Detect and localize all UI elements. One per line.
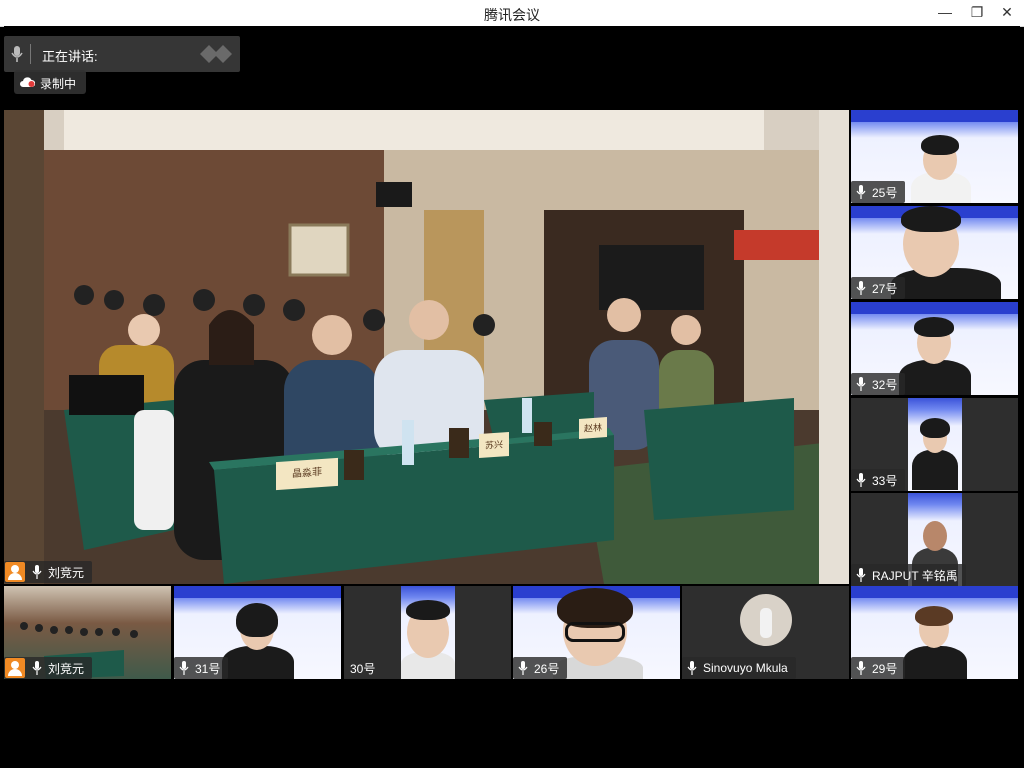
mic-icon (32, 661, 42, 675)
event-banner (851, 302, 1018, 314)
participant-video (908, 398, 962, 491)
participant-body (903, 646, 967, 679)
participant-tile[interactable]: Sinovuyo Mkula (682, 586, 849, 679)
participant-name-label: RAJPUT 辛铭禹 (851, 564, 966, 586)
participant-hair (920, 418, 950, 438)
mic-icon (856, 281, 866, 295)
minimize-button[interactable]: — (934, 2, 956, 22)
participant-name-label: 25号 (851, 181, 906, 203)
recording-indicator[interactable]: 录制中 (14, 70, 86, 94)
mic-icon (856, 661, 866, 675)
participant-tile[interactable]: 31号 (174, 586, 341, 679)
mic-icon (11, 46, 23, 62)
participant-hair (915, 606, 953, 626)
speaking-indicator: 正在讲话: (4, 36, 240, 72)
mic-icon (687, 661, 697, 675)
name-placard: 晶淼菲 (276, 457, 338, 491)
participant-name-label: 33号 (851, 469, 906, 491)
participant-hair (914, 317, 954, 337)
participant-tile[interactable]: 26号 (513, 586, 680, 679)
mic-icon (856, 377, 866, 391)
mic-icon (856, 568, 866, 582)
host-icon (5, 562, 25, 582)
glasses-icon (565, 622, 625, 642)
participant-body (912, 450, 958, 490)
participant-tile[interactable]: 27号 (851, 206, 1018, 299)
participant-hair (921, 135, 959, 155)
host-icon (5, 658, 25, 678)
participant-tile[interactable]: 32号 (851, 302, 1018, 395)
event-banner (174, 586, 341, 598)
event-banner (851, 110, 1018, 122)
conference-room-scene (4, 110, 849, 584)
participant-hair (901, 206, 961, 232)
participant-avatar (740, 594, 792, 646)
participant-tile[interactable]: 30号 (344, 586, 511, 679)
signal-icon (200, 45, 232, 63)
window-title: 腾讯会议 (484, 8, 540, 24)
maximize-button[interactable]: ❐ (966, 2, 988, 22)
mic-icon (856, 473, 866, 487)
participant-name-label: 26号 (513, 657, 568, 679)
main-speaker-video[interactable]: 晶淼菲 苏兴 赵林 刘竞元 (4, 110, 849, 584)
participant-head (923, 521, 947, 551)
participant-body (891, 268, 1001, 299)
participant-name-label: 27号 (851, 277, 906, 299)
participant-tile[interactable]: 刘竞元 (4, 586, 171, 679)
participant-tile[interactable]: 33号 (851, 398, 1018, 491)
participant-name-label: 29号 (851, 657, 906, 679)
name-placard: 苏兴 (479, 431, 509, 459)
participant-name-label: Sinovuyo Mkula (682, 657, 796, 679)
participant-name-label: 32号 (851, 373, 906, 395)
divider (30, 44, 31, 64)
participant-name-label: 31号 (174, 657, 229, 679)
participant-body (222, 646, 294, 679)
participant-tile[interactable]: RAJPUT 辛铭禹 (851, 493, 1018, 586)
participant-hair (236, 603, 278, 637)
event-banner (851, 586, 1018, 598)
participant-hair (406, 600, 450, 620)
speaking-label: 正在讲话: (42, 49, 98, 64)
cloud-record-icon (20, 77, 35, 87)
mic-icon (32, 565, 42, 579)
recording-label: 录制中 (40, 77, 77, 91)
participant-body (899, 360, 971, 395)
mic-icon (179, 661, 189, 675)
participant-name-label: 刘竞元 (4, 657, 93, 679)
close-button[interactable]: ✕ (996, 2, 1018, 22)
main-video-name-label: 刘竞元 (4, 561, 93, 583)
title-bar: 腾讯会议 — ❐ ✕ (0, 0, 1024, 27)
participant-video (401, 586, 455, 679)
mic-icon (856, 185, 866, 199)
meeting-stage: 晶淼菲 苏兴 赵林 刘竞元 正在讲话: 录制中 25号 27号 32号 33号 … (4, 26, 1020, 764)
participant-name-label: 30号 (350, 661, 376, 676)
participant-tile[interactable]: 29号 (851, 586, 1018, 679)
name-placard: 赵林 (579, 417, 607, 439)
participant-tile[interactable]: 25号 (851, 110, 1018, 203)
participant-figure (760, 608, 772, 638)
mic-icon (518, 661, 528, 675)
